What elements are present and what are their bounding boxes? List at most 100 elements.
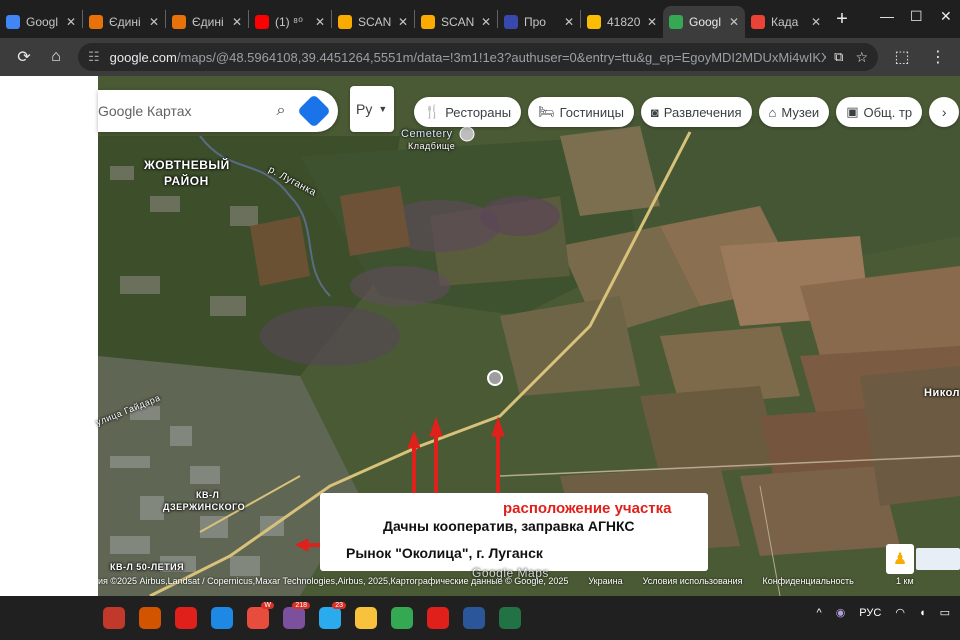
browser-tab[interactable]: Googl ✕ bbox=[0, 6, 82, 38]
terms-link[interactable]: Условия использования bbox=[643, 576, 743, 592]
tab-close-icon[interactable]: ✕ bbox=[564, 15, 574, 29]
browser-tab[interactable]: Про ✕ bbox=[498, 6, 580, 38]
tab-title: SCAN bbox=[441, 15, 475, 29]
imagery-credit: ия ©2025 Airbus,Landsat / Copernicus,Max… bbox=[98, 576, 569, 586]
home-icon[interactable]: ⌂ bbox=[40, 48, 72, 66]
camera-icon: ◙ bbox=[650, 104, 659, 120]
category-chips: 🍴 Рестораны 🛏 Гостиницы ◙ Развлечения ⌂ Музеи ▣ О… bbox=[414, 97, 960, 127]
directions-icon[interactable] bbox=[297, 94, 331, 128]
pegman-icon[interactable]: ♟ bbox=[886, 544, 914, 574]
chip-label: Гостиницы bbox=[559, 104, 624, 120]
bookmark-star-icon[interactable]: ☆ bbox=[855, 49, 868, 66]
install-icon[interactable]: ⧉ bbox=[834, 49, 843, 65]
scale-bar[interactable]: 1 км bbox=[896, 576, 914, 586]
category-chip[interactable]: ◙ Развлечения bbox=[640, 97, 752, 127]
tab-title: Googl bbox=[689, 15, 722, 29]
opera-icon[interactable] bbox=[168, 600, 204, 636]
app-glyph-icon bbox=[247, 607, 269, 629]
excel-icon[interactable] bbox=[492, 600, 528, 636]
tab-favicon-icon bbox=[669, 15, 683, 29]
minimize-button[interactable]: — bbox=[880, 8, 894, 24]
browser-tab[interactable]: Када ✕ bbox=[745, 6, 827, 38]
restaurant-icon: 🍴 bbox=[424, 104, 441, 119]
app-glyph-icon bbox=[427, 607, 449, 629]
market-caption: Рынок "Околица", г. Луганск bbox=[346, 545, 543, 561]
cemetery-label[interactable]: Cemetery bbox=[401, 128, 453, 140]
browser-tab[interactable]: Єдині ✕ bbox=[83, 6, 165, 38]
edge-icon[interactable] bbox=[204, 600, 240, 636]
museum-icon: ⌂ bbox=[768, 104, 777, 120]
input-language[interactable]: РУС bbox=[859, 607, 881, 619]
hotel-icon: 🛏 bbox=[538, 104, 555, 119]
tab-close-icon[interactable]: ✕ bbox=[647, 15, 657, 29]
category-chip[interactable]: 🛏 Гостиницы bbox=[528, 97, 634, 127]
menu-icon[interactable]: ⋮ bbox=[922, 47, 954, 67]
site-info-icon[interactable]: ☷ bbox=[88, 49, 100, 65]
viber-tray-icon[interactable]: ◉ bbox=[836, 606, 846, 619]
explorer-icon[interactable] bbox=[348, 600, 384, 636]
reload-icon[interactable]: ⟳ bbox=[8, 47, 40, 67]
tab-close-icon[interactable]: ✕ bbox=[398, 15, 408, 29]
browser-tab[interactable]: SCAN ✕ bbox=[332, 6, 414, 38]
search-icon[interactable]: ⌕ bbox=[266, 102, 296, 120]
browser-tab[interactable]: Єдині ✕ bbox=[166, 6, 248, 38]
chevron-right-icon[interactable]: › bbox=[929, 97, 960, 127]
new-tab-button[interactable]: + bbox=[827, 8, 857, 31]
close-window-button[interactable]: ✕ bbox=[940, 8, 952, 25]
place-label: Никол bbox=[924, 387, 960, 399]
wps-icon[interactable]: W bbox=[240, 600, 276, 636]
browser-tab[interactable]: SCAN ✕ bbox=[415, 6, 497, 38]
quarter-label: КВ-Л bbox=[196, 490, 220, 500]
acrobat-icon[interactable] bbox=[420, 600, 456, 636]
telegram-icon[interactable]: 23 bbox=[312, 600, 348, 636]
maps-search-box[interactable]: Google Картах ⌕ bbox=[98, 90, 338, 132]
app-glyph-icon bbox=[211, 607, 233, 629]
plot-location-caption: расположение участка bbox=[503, 500, 672, 517]
url-text: google.com/maps/@48.5964108,39.4451264,5… bbox=[109, 49, 827, 65]
tab-favicon-icon bbox=[587, 15, 601, 29]
country-link[interactable]: Украина bbox=[588, 576, 622, 592]
viber-icon[interactable]: 218 bbox=[276, 600, 312, 636]
layers-icon[interactable] bbox=[916, 548, 960, 570]
taskbar-apps: W 218 23 bbox=[96, 600, 528, 636]
browser-tab[interactable]: 41820 ✕ bbox=[581, 6, 663, 38]
language-select[interactable]: Ру ▼ bbox=[350, 86, 394, 132]
tab-favicon-icon bbox=[504, 15, 518, 29]
search-input[interactable]: Google Картах bbox=[98, 103, 266, 119]
language-value: Ру bbox=[356, 101, 373, 117]
app-glyph-icon bbox=[139, 607, 161, 629]
tab-title: Про bbox=[524, 15, 546, 29]
wifi-icon[interactable]: ◠ bbox=[895, 606, 905, 619]
chrome-icon[interactable] bbox=[384, 600, 420, 636]
tab-favicon-icon bbox=[421, 15, 435, 29]
tab-close-icon[interactable]: ✕ bbox=[232, 15, 242, 29]
battery-icon[interactable]: ▭ bbox=[940, 606, 950, 619]
address-bar[interactable]: ☷ google.com/maps/@48.5964108,39.4451264… bbox=[78, 43, 878, 71]
chip-label: Развлечения bbox=[663, 104, 742, 120]
chevron-up-icon[interactable]: ^ bbox=[817, 607, 822, 619]
tab-close-icon[interactable]: ✕ bbox=[66, 15, 76, 29]
tab-title: (1) ⁸⁰ bbox=[275, 15, 303, 29]
notification-badge: W bbox=[261, 602, 274, 609]
cemetery-label-ru: Кладбище bbox=[408, 141, 456, 151]
category-chip[interactable]: ▣ Общ. тр bbox=[836, 97, 923, 127]
app-icon-1[interactable] bbox=[96, 600, 132, 636]
privacy-link[interactable]: Конфиденциальность bbox=[763, 576, 854, 592]
category-chip[interactable]: 🍴 Рестораны bbox=[414, 97, 522, 127]
extensions-icon[interactable]: ⬚ bbox=[886, 47, 918, 67]
browser-tab[interactable]: Googl ✕ bbox=[663, 6, 745, 38]
browser-tab[interactable]: (1) ⁸⁰ ✕ bbox=[249, 6, 331, 38]
tab-close-icon[interactable]: ✕ bbox=[729, 15, 739, 29]
tab-close-icon[interactable]: ✕ bbox=[481, 15, 491, 29]
word-icon[interactable] bbox=[456, 600, 492, 636]
volume-icon[interactable]: ◖ bbox=[919, 607, 926, 619]
maximize-button[interactable]: ☐ bbox=[910, 8, 923, 25]
app-icon-2[interactable] bbox=[132, 600, 168, 636]
tab-close-icon[interactable]: ✕ bbox=[811, 15, 821, 29]
category-chip[interactable]: ⌂ Музеи bbox=[758, 97, 830, 127]
tab-close-icon[interactable]: ✕ bbox=[315, 15, 325, 29]
tab-close-icon[interactable]: ✕ bbox=[149, 15, 159, 29]
map-attribution: ия ©2025 Airbus,Landsat / Copernicus,Max… bbox=[98, 576, 878, 592]
app-glyph-icon bbox=[391, 607, 413, 629]
app-glyph-icon bbox=[499, 607, 521, 629]
